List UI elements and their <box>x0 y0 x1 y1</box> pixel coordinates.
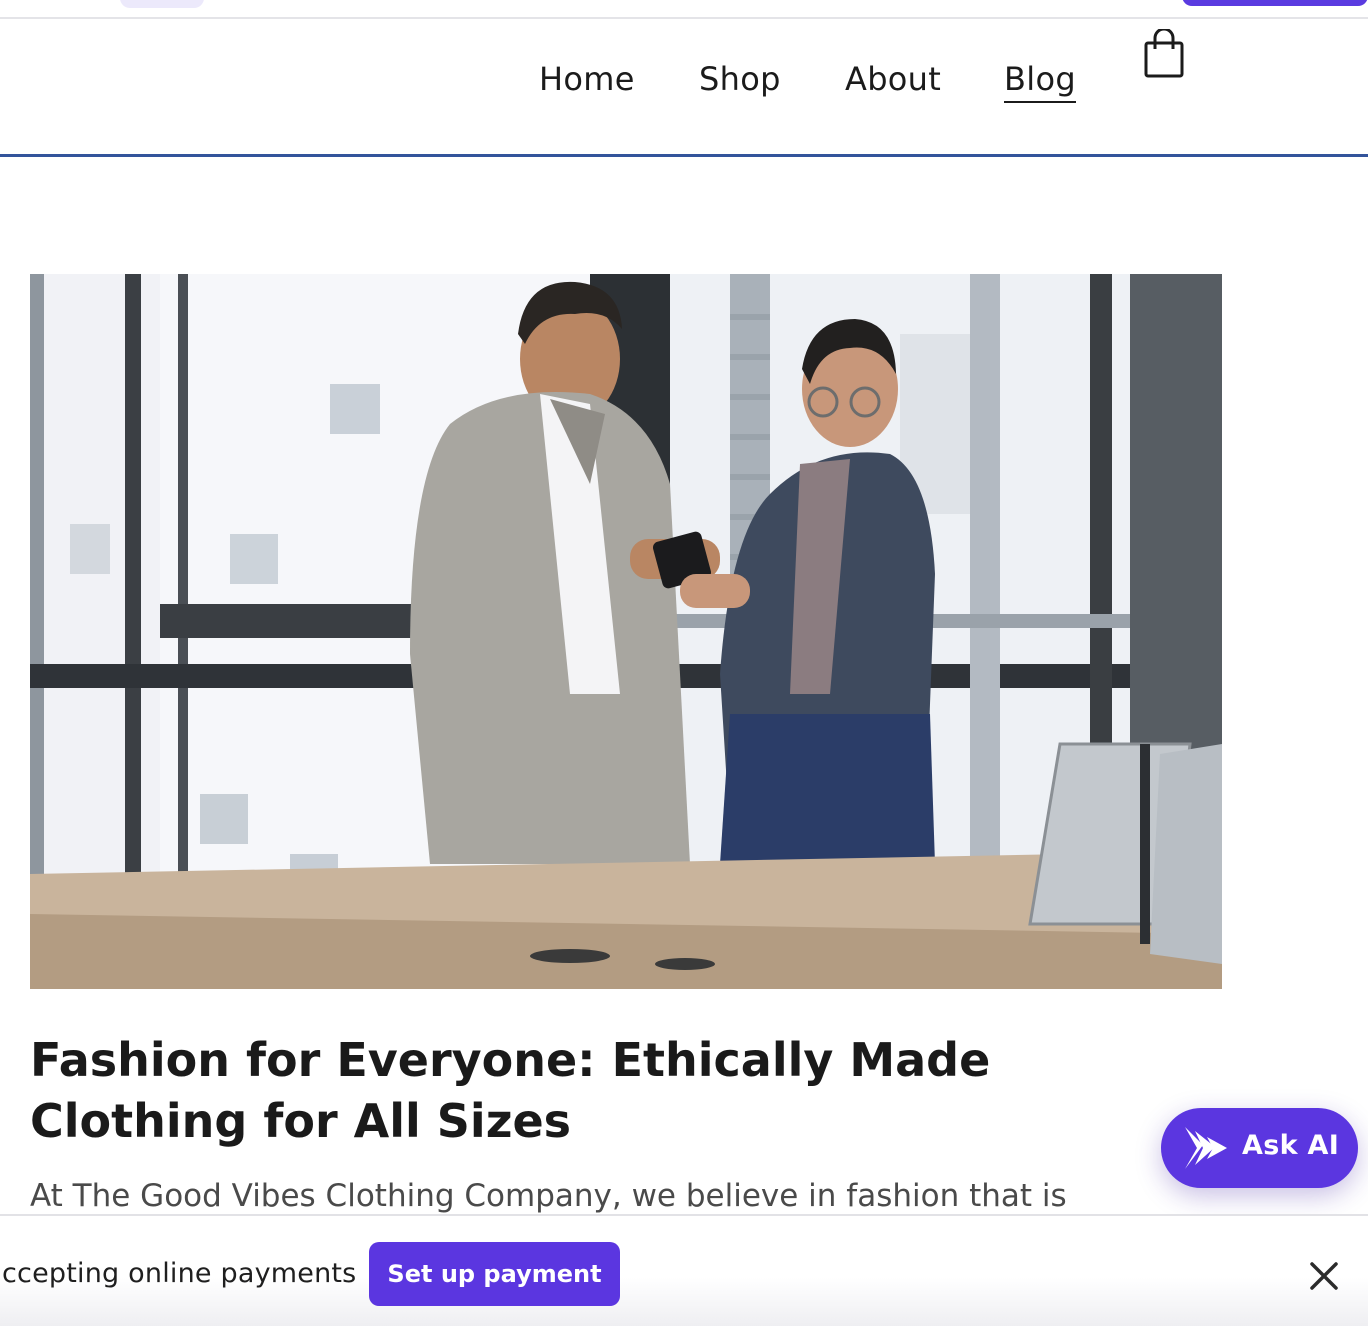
post-title[interactable]: Fashion for Everyone: Ethically Made Clo… <box>30 1030 1190 1152</box>
header-divider <box>0 154 1368 157</box>
ai-sparkle-icon <box>1185 1127 1227 1169</box>
nav-shop[interactable]: Shop <box>699 57 781 101</box>
editor-action-button[interactable] <box>1182 0 1368 6</box>
shopping-bag-icon[interactable] <box>1142 29 1186 79</box>
page: Home Shop About Blog Fashion for Everyon… <box>0 0 1368 1326</box>
payment-banner: ccepting online payments Set up payment <box>0 1214 1368 1326</box>
nav-about[interactable]: About <box>845 57 941 101</box>
ask-ai-label: Ask AI <box>1242 1130 1340 1161</box>
nav-home[interactable]: Home <box>539 57 635 101</box>
blog-hero-image[interactable] <box>30 274 1222 989</box>
site-header: Home Shop About Blog <box>0 19 1368 154</box>
editor-tab[interactable] <box>120 0 204 8</box>
set-up-payment-button[interactable]: Set up payment <box>369 1242 620 1306</box>
payment-banner-message: ccepting online payments <box>2 1258 357 1289</box>
post-excerpt: At The Good Vibes Clothing Company, we b… <box>30 1178 1067 1214</box>
close-icon[interactable] <box>1304 1256 1344 1296</box>
ask-ai-button[interactable]: Ask AI <box>1161 1108 1358 1188</box>
nav-blog[interactable]: Blog <box>1004 57 1076 103</box>
office-photo <box>30 274 1222 989</box>
editor-top-strip <box>0 0 1368 19</box>
